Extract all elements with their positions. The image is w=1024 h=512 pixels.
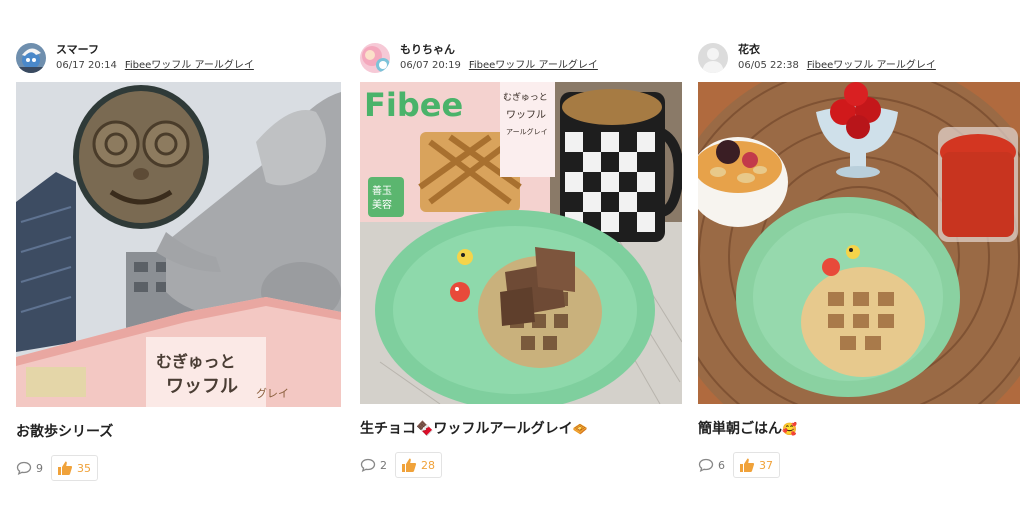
like-count: 35 — [77, 461, 91, 475]
thumbs-up-icon — [58, 461, 73, 475]
post-header: 花衣 06/05 22:38 Fibeeワッフル アールグレイ — [698, 40, 1020, 76]
package-text: むぎゅっと — [156, 352, 236, 371]
comment-count: 6 — [718, 458, 725, 472]
avatar[interactable] — [360, 43, 390, 73]
product-link[interactable]: Fibeeワッフル アールグレイ — [807, 60, 936, 71]
package-text: むぎゅっと — [503, 91, 548, 103]
speech-bubble-icon — [698, 458, 714, 472]
like-button[interactable]: 35 — [51, 455, 98, 481]
post-caption[interactable]: 生チョコ🍫ワッフルアールグレイ🧇 — [360, 418, 682, 438]
thumbs-up-icon — [740, 458, 755, 472]
caption-text: お散歩シリーズ — [16, 424, 114, 440]
comment-count: 9 — [36, 461, 43, 475]
post-datetime: 06/05 22:38 — [738, 60, 799, 71]
comment-count: 2 — [380, 458, 387, 472]
speech-bubble-icon — [360, 458, 376, 472]
post-photo[interactable]: むぎゅっと ワッフル グレイ — [16, 82, 341, 407]
caption-text: 簡単朝ごはん — [698, 421, 782, 437]
avatar[interactable] — [698, 43, 728, 73]
like-count: 28 — [421, 458, 435, 472]
username[interactable]: 花衣 — [738, 42, 936, 58]
post-card[interactable]: 花衣 06/05 22:38 Fibeeワッフル アールグレイ 簡単朝ごはん🥰 … — [698, 40, 1020, 478]
package-text: Fibee — [364, 86, 463, 124]
post-card[interactable]: もりちゃん 06/07 20:19 Fibeeワッフル アールグレイ Fibee — [360, 40, 682, 478]
post-datetime: 06/07 20:19 — [400, 60, 461, 71]
package-text: ワッフル — [166, 376, 238, 397]
comment-button[interactable]: 9 — [16, 461, 43, 475]
like-button[interactable]: 37 — [733, 452, 780, 478]
username[interactable]: もりちゃん — [400, 42, 598, 58]
post-caption[interactable]: お散歩シリーズ — [16, 421, 341, 441]
post-photo[interactable]: Fibee 善玉 美容 むぎゅっと ワッフル アールグレイ — [360, 82, 682, 404]
post-photo[interactable] — [698, 82, 1020, 404]
post-caption[interactable]: 簡単朝ごはん🥰 — [698, 418, 1020, 438]
like-count: 37 — [759, 458, 773, 472]
post-stats: 9 35 — [16, 455, 341, 481]
comment-button[interactable]: 6 — [698, 458, 725, 472]
caption-emoji: 🥰 — [782, 422, 797, 436]
package-text: 善玉 — [372, 184, 392, 197]
comment-button[interactable]: 2 — [360, 458, 387, 472]
post-card[interactable]: スマーフ 06/17 20:14 Fibeeワッフル アールグレイ むぎゅっと … — [16, 40, 341, 481]
package-text: グレイ — [256, 386, 289, 400]
product-link[interactable]: Fibeeワッフル アールグレイ — [125, 60, 254, 71]
product-link[interactable]: Fibeeワッフル アールグレイ — [469, 60, 598, 71]
post-datetime: 06/17 20:14 — [56, 60, 117, 71]
post-header: スマーフ 06/17 20:14 Fibeeワッフル アールグレイ — [16, 40, 341, 76]
package-text: ワッフル — [506, 110, 546, 121]
post-stats: 2 28 — [360, 452, 682, 478]
default-user-icon — [698, 43, 728, 73]
post-feed: スマーフ 06/17 20:14 Fibeeワッフル アールグレイ むぎゅっと … — [0, 0, 1024, 512]
caption-emoji: 🧇 — [572, 422, 588, 436]
package-text: 美容 — [372, 198, 392, 211]
package-text: アールグレイ — [506, 127, 548, 136]
avatar[interactable] — [16, 43, 46, 73]
like-button[interactable]: 28 — [395, 452, 442, 478]
thumbs-up-icon — [402, 458, 417, 472]
username[interactable]: スマーフ — [56, 42, 254, 58]
speech-bubble-icon — [16, 461, 32, 475]
post-stats: 6 37 — [698, 452, 1020, 478]
post-header: もりちゃん 06/07 20:19 Fibeeワッフル アールグレイ — [360, 40, 682, 76]
caption-text: 生チョコ🍫ワッフルアールグレイ — [360, 421, 573, 437]
